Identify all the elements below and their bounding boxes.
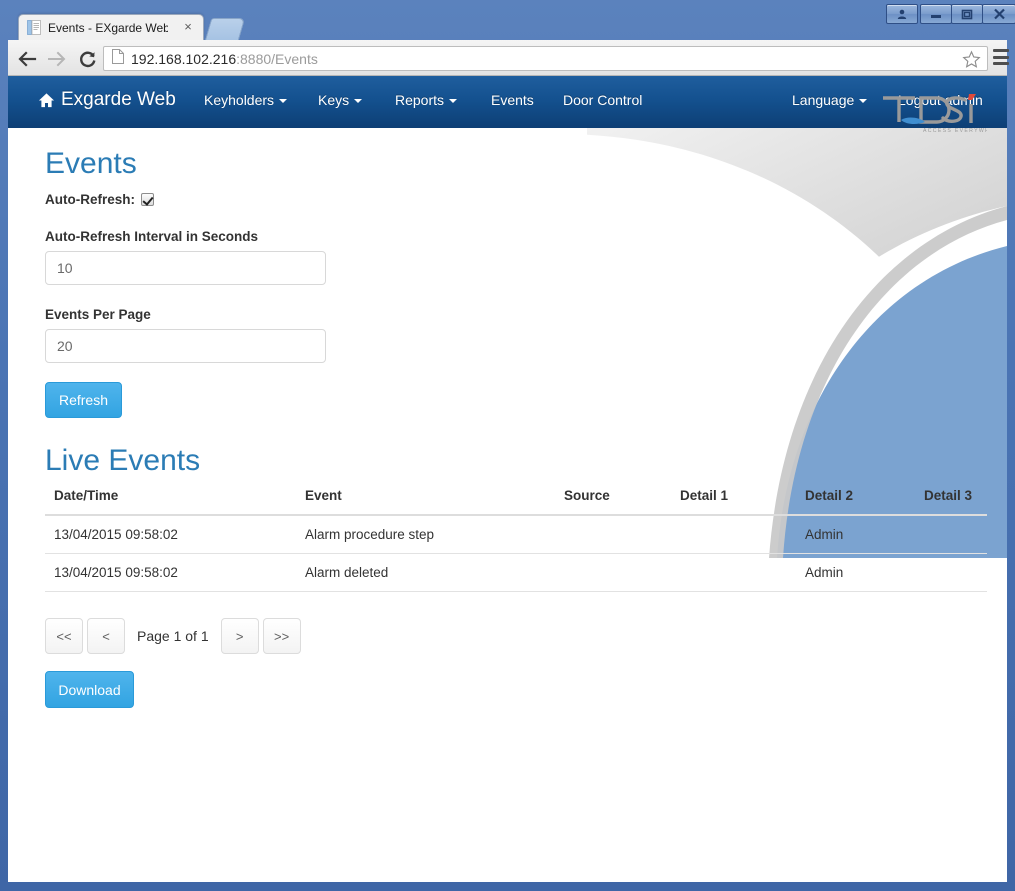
browser-menu-button[interactable]: [993, 49, 1009, 65]
maximize-button[interactable]: [951, 4, 983, 24]
new-tab-button[interactable]: [204, 18, 246, 41]
back-arrow-icon: [18, 51, 37, 67]
logo-tagline: ACCESS EVERYWHERE: [923, 128, 987, 134]
interval-field-label: Auto-Refresh Interval in Seconds: [45, 229, 259, 244]
nav-item-keyholders[interactable]: Keyholders: [204, 92, 288, 108]
nav-label: Language: [792, 92, 855, 108]
forward-arrow-icon: [48, 51, 66, 67]
url-host: 192.168.102.216: [131, 50, 237, 67]
auto-refresh-checkbox[interactable]: [141, 193, 154, 206]
events-per-page-label: Events Per Page: [45, 307, 151, 322]
nav-item-keys[interactable]: Keys: [318, 92, 363, 108]
nav-item-language[interactable]: Language: [792, 92, 868, 108]
page-document-icon: [112, 48, 124, 69]
user-account-button[interactable]: [886, 4, 918, 24]
column-header-detail-2: Detail 2: [796, 488, 915, 516]
chevron-down-icon: [279, 99, 288, 103]
column-header-source: Source: [555, 488, 671, 516]
nav-label: Keyholders: [204, 92, 275, 108]
chevron-down-icon: [354, 99, 363, 103]
nav-item-reports[interactable]: Reports: [395, 92, 458, 108]
pagination-next-button[interactable]: >: [220, 618, 259, 654]
chevron-down-icon: [859, 99, 868, 103]
cell-detail-2: Admin: [796, 515, 915, 554]
nav-label: Reports: [395, 92, 445, 108]
minimize-icon: [931, 15, 941, 18]
close-button[interactable]: [982, 4, 1015, 24]
back-button[interactable]: [16, 48, 38, 70]
brand-home-link[interactable]: Exgarde Web: [38, 89, 176, 111]
pagination-first-button[interactable]: <<: [45, 618, 83, 654]
close-icon: [993, 8, 1005, 20]
window-titlebar: Events - EXgarde Web ×: [0, 0, 1015, 41]
tab-title: Events - EXgarde Web: [48, 20, 168, 35]
page-viewport: Exgarde Web Keyholders Keys Reports Even…: [8, 76, 1007, 882]
table-row[interactable]: 13/04/2015 09:58:02 Alarm deleted Admin: [45, 553, 987, 592]
page-favicon-icon: [27, 20, 41, 35]
events-per-page-input[interactable]: [45, 329, 326, 363]
refresh-button[interactable]: Refresh: [45, 382, 122, 418]
live-events-title: Live Events: [45, 444, 201, 477]
pagination-last-button[interactable]: >>: [262, 618, 301, 654]
chevron-down-icon: [449, 99, 458, 103]
pagination-label: Page 1 of 1: [137, 628, 209, 644]
pagination-controls: << < Page 1 of 1 > >>: [45, 618, 301, 654]
reload-button[interactable]: [76, 48, 98, 70]
minimize-button[interactable]: [920, 4, 952, 24]
live-events-table: Date/Time Event Source Detail 1 Detail 2…: [45, 488, 987, 592]
column-header-event: Event: [296, 488, 555, 516]
browser-toolbar: 192.168.102.216:8880/Events: [8, 40, 1009, 76]
cell-detail-3: [915, 515, 987, 554]
address-bar-text: 192.168.102.216:8880/Events: [131, 51, 318, 67]
home-icon: [38, 92, 55, 109]
tab-close-icon[interactable]: ×: [181, 20, 195, 34]
auto-refresh-interval-input[interactable]: [45, 251, 326, 285]
site-navbar: Exgarde Web Keyholders Keys Reports Even…: [8, 76, 1007, 128]
menu-line: [993, 55, 1009, 59]
user-icon: [897, 9, 907, 19]
reload-icon: [79, 51, 95, 67]
cell-detail-1: [671, 515, 796, 554]
nav-label: Keys: [318, 92, 350, 108]
cell-source: [555, 515, 671, 554]
auto-refresh-label: Auto-Refresh:: [45, 192, 135, 207]
page-title: Events: [45, 147, 137, 180]
cell-source: [555, 553, 671, 592]
forward-button[interactable]: [46, 48, 68, 70]
browser-window: Events - EXgarde Web × 192.168.102.216:8…: [0, 0, 1015, 891]
brand-label: Exgarde Web: [61, 89, 176, 110]
cell-event: Alarm procedure step: [296, 515, 555, 554]
table-header: Date/Time Event Source Detail 1 Detail 2…: [45, 488, 987, 516]
table-row[interactable]: 13/04/2015 09:58:02 Alarm procedure step…: [45, 515, 987, 554]
cell-detail-1: [671, 553, 796, 592]
maximize-icon: [961, 9, 973, 19]
auto-refresh-row: Auto-Refresh:: [45, 192, 154, 207]
cell-detail-2: Admin: [796, 553, 915, 592]
cell-detail-3: [915, 553, 987, 592]
cell-datetime: 13/04/2015 09:58:02: [45, 515, 296, 554]
table-header-row: Date/Time Event Source Detail 1 Detail 2…: [45, 488, 987, 516]
column-header-detail-3: Detail 3: [915, 488, 987, 516]
nav-item-door-control[interactable]: Door Control: [563, 92, 642, 108]
address-bar[interactable]: 192.168.102.216:8880/Events: [103, 46, 988, 71]
menu-line: [993, 49, 1009, 52]
download-button[interactable]: Download: [45, 671, 134, 708]
menu-line: [993, 62, 1009, 65]
pagination-prev-button[interactable]: <: [87, 618, 125, 654]
cell-datetime: 13/04/2015 09:58:02: [45, 553, 296, 592]
table-body: 13/04/2015 09:58:02 Alarm procedure step…: [45, 515, 987, 592]
url-path: :8880/Events: [236, 50, 318, 67]
tdsi-logo: ACCESS EVERYWHERE: [879, 92, 1003, 141]
cell-event: Alarm deleted: [296, 553, 555, 592]
bookmark-star-icon[interactable]: [962, 50, 981, 74]
nav-item-events[interactable]: Events: [491, 92, 534, 108]
column-header-datetime: Date/Time: [45, 488, 296, 516]
column-header-detail-1: Detail 1: [671, 488, 796, 516]
browser-tab[interactable]: Events - EXgarde Web ×: [18, 14, 204, 40]
